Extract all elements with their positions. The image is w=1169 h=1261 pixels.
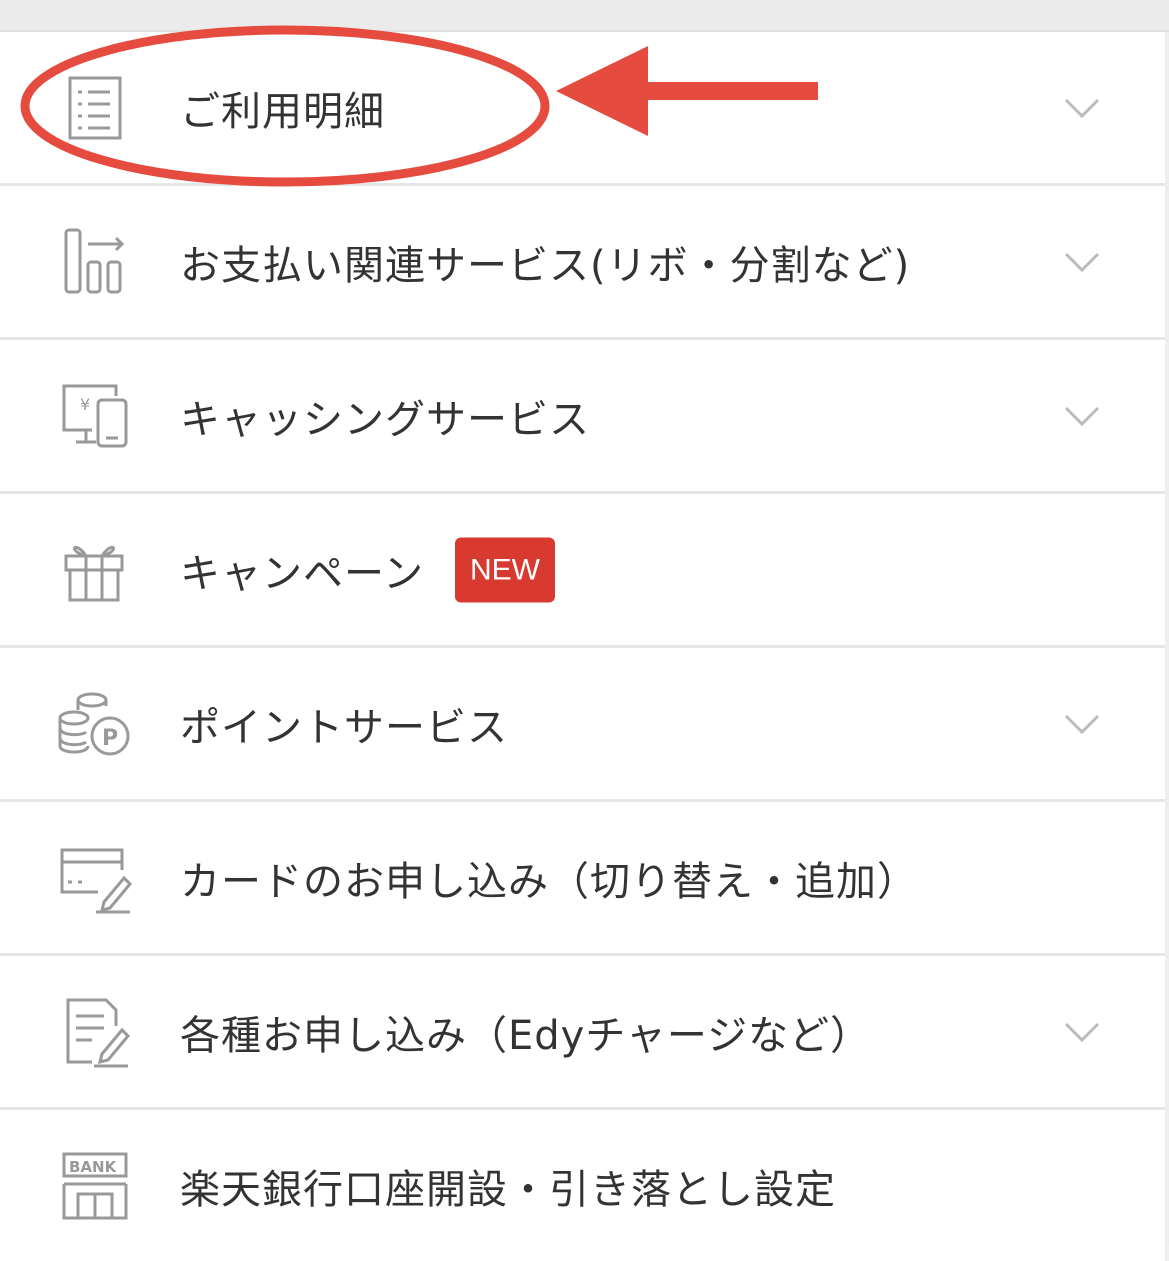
menu-item-label: お支払い関連サービス(リボ・分割など) (180, 242, 911, 289)
menu-item-cashing[interactable]: ¥ キャッシングサービス (0, 340, 1165, 494)
menu-item-payment-services[interactable]: お支払い関連サービス(リボ・分割など) (0, 186, 1165, 340)
menu-item-campaign[interactable]: キャンペーン NEW (0, 494, 1165, 648)
menu-item-various-applications[interactable]: 各種お申し込み（Edyチャージなど） (0, 956, 1165, 1110)
chevron-down-icon[interactable] (1062, 398, 1102, 432)
menu-list: ご利用明細 お支払い関連サービス(リボ・分割など) ¥ キャッシングサービス キ… (0, 32, 1165, 1261)
chevron-down-icon[interactable] (1062, 706, 1102, 740)
menu-item-points[interactable]: P ポイントサービス (0, 648, 1165, 802)
chevron-down-icon[interactable] (1062, 244, 1102, 278)
top-strip (0, 0, 1169, 32)
menu-item-label: 楽天銀行口座開設・引き落とし設定 (180, 1166, 836, 1213)
menu-item-label: キャンペーン (180, 550, 424, 597)
menu-item-bank[interactable]: BANK 楽天銀行口座開設・引き落とし設定 (0, 1110, 1165, 1261)
payment-services-icon (52, 226, 138, 298)
svg-text:¥: ¥ (80, 395, 90, 414)
right-edge (1165, 32, 1169, 1246)
chevron-down-icon[interactable] (1062, 1014, 1102, 1048)
cashing-icon: ¥ (52, 380, 138, 452)
statement-list-icon (52, 72, 138, 144)
card-application-icon (52, 842, 138, 914)
points-coins-icon: P (52, 688, 138, 760)
chevron-down-icon[interactable] (1062, 90, 1102, 124)
svg-text:BANK: BANK (69, 1158, 118, 1176)
menu-item-label: 各種お申し込み（Edyチャージなど） (180, 1012, 872, 1059)
menu-item-label: ご利用明細 (180, 88, 385, 135)
new-badge: NEW (455, 537, 555, 602)
menu-item-statement[interactable]: ご利用明細 (0, 32, 1165, 186)
menu-item-label: ポイントサービス (180, 704, 508, 751)
document-edit-icon (52, 996, 138, 1068)
svg-text:P: P (102, 726, 118, 751)
gift-icon (52, 534, 138, 606)
menu-item-label: キャッシングサービス (180, 396, 590, 443)
bank-icon: BANK (52, 1150, 138, 1222)
menu-item-card-application[interactable]: カードのお申し込み（切り替え・追加） (0, 802, 1165, 956)
menu-item-label: カードのお申し込み（切り替え・追加） (180, 858, 918, 905)
